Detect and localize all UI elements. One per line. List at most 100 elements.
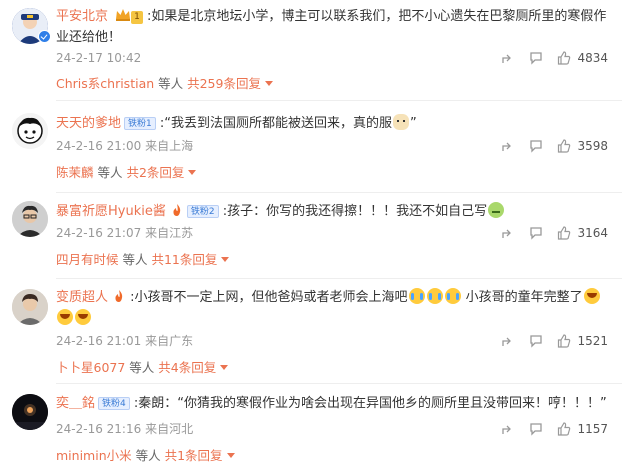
share-icon[interactable] <box>501 422 515 436</box>
share-icon[interactable] <box>501 139 515 153</box>
comment-text: :孩子：你写的我还得擦！！！我还不如自己写 <box>222 204 488 219</box>
reply-user[interactable]: 陈茉麟 <box>56 165 94 180</box>
like-button[interactable]: 1521 <box>557 331 608 351</box>
reply-mid-text: 等人 <box>125 360 159 375</box>
like-count: 3598 <box>577 139 608 153</box>
fire-icon <box>173 204 181 216</box>
comment-actions: 1521 <box>501 331 608 351</box>
like-button[interactable]: 3164 <box>557 223 608 243</box>
comment-actions: 1157 <box>501 419 608 439</box>
comment-icon[interactable] <box>529 334 543 348</box>
reply-count[interactable]: 共1条回复 <box>165 448 223 463</box>
reply-count[interactable]: 共4条回复 <box>158 360 216 375</box>
chevron-down-icon[interactable] <box>264 81 273 86</box>
crying-laughing-emoji-icon <box>408 288 425 304</box>
thumbs-up-icon <box>558 334 571 348</box>
share-icon[interactable] <box>501 226 515 240</box>
comment-text: :秦朗：“你猜我的寒假作业为啥会出现在异国他乡的厕所里且没带回来！哼！！！” <box>133 396 607 411</box>
avatar[interactable] <box>12 113 48 149</box>
fan-badge: 铁粉4 <box>98 397 130 410</box>
laughing-emoji-icon <box>583 288 600 304</box>
comment-location: 来自江苏 <box>145 226 194 240</box>
verified-icon <box>38 30 51 43</box>
reply-count[interactable]: 共259条回复 <box>187 76 261 91</box>
comment-icon[interactable] <box>529 51 543 65</box>
thumbs-up-icon <box>558 139 571 153</box>
comment-meta: 24-2-16 21:16 来自河北 1157 <box>56 419 608 439</box>
like-button[interactable]: 3598 <box>557 136 608 156</box>
comment-text: :“我丢到法国厕所都能被送回来，真的服 <box>159 116 393 131</box>
dark-avatar-icon <box>12 394 48 430</box>
comment-meta: 24-2-17 10:42 4834 <box>56 48 608 68</box>
comment-actions: 4834 <box>501 48 608 68</box>
reply-summary[interactable]: minimin小米 等人 共1条回复 <box>56 446 235 466</box>
comment-body: 奕＿銘 铁粉4 :秦朗：“你猜我的寒假作业为啥会出现在异国他乡的厕所里且没带回来！… <box>56 393 608 414</box>
comment-time: 24-2-16 21:07 <box>56 226 142 240</box>
fan-badge: 铁粉2 <box>186 205 219 218</box>
share-icon[interactable] <box>501 51 515 65</box>
like-count: 1157 <box>577 422 608 436</box>
username[interactable]: 变质超人 <box>56 290 108 305</box>
crying-laughing-emoji-icon <box>444 288 461 304</box>
comment-icon[interactable] <box>529 226 543 240</box>
share-icon[interactable] <box>501 334 515 348</box>
reply-user[interactable]: minimin小米 <box>56 448 132 463</box>
reply-mid-text: 等人 <box>154 76 188 91</box>
reply-summary[interactable]: Chris系christian 等人 共259条回复 <box>56 74 273 94</box>
comment-body: 天天的爹地 铁粉1 :“我丢到法国厕所都能被送回来，真的服 ” <box>56 113 608 134</box>
comment-time: 24-2-16 21:16 <box>56 422 142 436</box>
chevron-down-icon[interactable] <box>220 365 229 370</box>
comment-actions: 3164 <box>501 223 608 243</box>
avatar[interactable] <box>12 289 48 325</box>
username[interactable]: 奕＿銘 <box>56 396 95 411</box>
reply-summary[interactable]: 四月有时候 等人 共11条回复 <box>56 250 230 270</box>
comment-actions: 3598 <box>501 136 608 156</box>
reply-summary[interactable]: 卜卜星6077 等人 共4条回复 <box>56 358 229 378</box>
like-count: 3164 <box>577 226 608 240</box>
comment-body: 暴富祈愿Hyukie酱 铁粉2 :孩子：你写的我还得擦！！！我还不如自己写 <box>56 201 608 222</box>
comment-location: 来自广东 <box>145 334 194 348</box>
reply-mid-text: 等人 <box>118 252 152 267</box>
chevron-down-icon[interactable] <box>221 257 230 262</box>
username[interactable]: 暴富祈愿Hyukie酱 <box>56 204 166 219</box>
comment-item: 奕＿銘 铁粉4 :秦朗：“你猜我的寒假作业为啥会出现在异国他乡的厕所里且没带回来！… <box>0 384 622 471</box>
crown-icon <box>116 9 131 21</box>
chevron-down-icon[interactable] <box>226 453 235 458</box>
like-count: 1521 <box>577 334 608 348</box>
comment-text-2: 小孩哥的童年完整了 <box>461 290 583 305</box>
username[interactable]: 平安北京 <box>56 9 108 24</box>
like-button[interactable]: 1157 <box>557 419 608 439</box>
comment-icon[interactable] <box>529 139 543 153</box>
cat-emoji-icon <box>393 114 410 130</box>
avatar[interactable] <box>12 394 48 430</box>
crying-laughing-emoji-icon <box>426 288 443 304</box>
laughing-emoji-icon <box>57 309 73 325</box>
reply-count[interactable]: 共2条回复 <box>126 165 184 180</box>
laughing-emoji-icon <box>75 309 91 325</box>
person-avatar-icon <box>12 289 48 325</box>
cartoon-avatar-icon <box>12 113 48 149</box>
comment-body: 平安北京 1 :如果是北京地坛小学，博主可以联系我们，把不小心遗失在巴黎厕所里的… <box>56 6 608 48</box>
comment-text-end: ” <box>410 116 417 131</box>
reply-user[interactable]: 卜卜星6077 <box>56 360 125 375</box>
thumbs-up-icon <box>558 51 571 65</box>
avatar[interactable] <box>12 201 48 237</box>
reply-user[interactable]: Chris系christian <box>56 76 154 91</box>
comment-time: 24-2-16 21:01 <box>56 334 142 348</box>
thumbs-up-icon <box>558 226 571 240</box>
fan-badge: 铁粉1 <box>124 117 156 130</box>
reply-count[interactable]: 共11条回复 <box>151 252 217 267</box>
like-button[interactable]: 4834 <box>557 48 608 68</box>
reply-user[interactable]: 四月有时候 <box>56 252 119 267</box>
level-badge: 1 <box>131 11 143 24</box>
comment-body: 变质超人 :小孩哥不一定上网，但他爸妈或者老师会上海吧 小孩哥的童年完整了 <box>56 287 608 329</box>
reply-summary[interactable]: 陈茉麟 等人 共2条回复 <box>56 163 197 183</box>
comment-icon[interactable] <box>529 422 543 436</box>
username[interactable]: 天天的爹地 <box>56 116 121 131</box>
fire-icon <box>115 290 123 302</box>
thumbs-up-icon <box>558 422 571 436</box>
comment-time: 24-2-17 10:42 <box>56 51 142 65</box>
comment-item: 暴富祈愿Hyukie酱 铁粉2 :孩子：你写的我还得擦！！！我还不如自己写 24-… <box>0 193 622 281</box>
chevron-down-icon[interactable] <box>188 170 197 175</box>
comment-location: 来自上海 <box>145 139 194 153</box>
